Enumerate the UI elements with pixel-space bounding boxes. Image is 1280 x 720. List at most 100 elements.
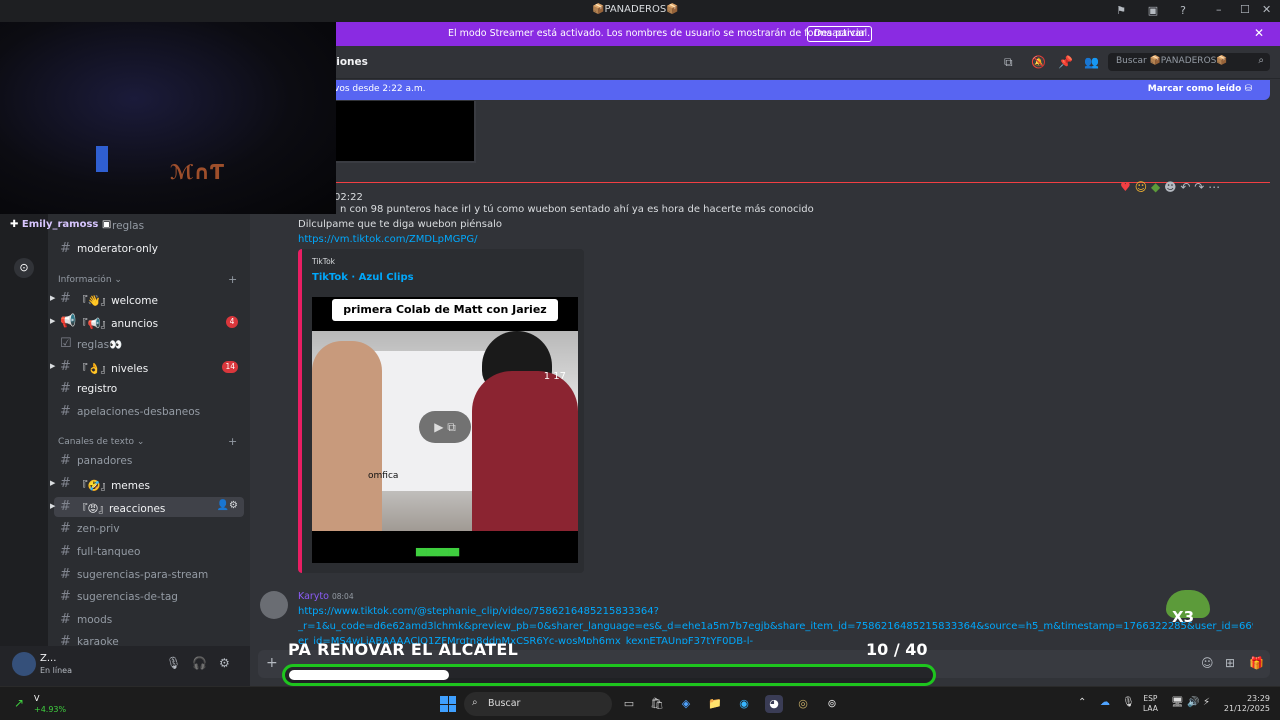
add-reaction-icon[interactable]: ☻ <box>1164 180 1177 194</box>
maximize-button[interactable]: ☐ <box>1240 3 1250 16</box>
channel-apelaciones-desbaneos[interactable]: # apelaciones-desbaneos <box>54 402 244 422</box>
new-messages-text: vos desde 2:22 a.m. <box>334 84 426 94</box>
heart-reaction-icon[interactable]: ♥ <box>1120 180 1131 194</box>
volume-icon[interactable]: 🔊 <box>1187 697 1199 708</box>
add-attachment-icon[interactable]: + <box>266 655 278 671</box>
apps-icon[interactable]: ⊞ <box>1225 656 1235 670</box>
category-informacion[interactable]: Información ⌄ <box>58 275 122 285</box>
channel-sugerencias-para-stream[interactable]: # sugerencias-para-stream <box>54 565 244 585</box>
app-icon[interactable]: ◎ <box>794 695 812 713</box>
message-link[interactable]: https://www.tiktok.com/@stephanie_clip/v… <box>298 606 659 617</box>
avatar[interactable] <box>260 591 288 619</box>
forward-icon[interactable]: ↷ <box>1194 180 1204 194</box>
search-icon: ⌕ <box>1258 55 1264 66</box>
video-thumbnail[interactable]: primera Colab de Matt con Jariez omfica … <box>312 297 578 563</box>
minimize-button[interactable]: – <box>1216 3 1222 16</box>
emote-overlay: X3 <box>1162 586 1214 630</box>
channel-label: 『👌』niveles <box>77 363 149 375</box>
emoji-icon[interactable]: ☺ <box>1201 656 1214 670</box>
gift-icon[interactable]: 🎁 <box>1249 656 1264 670</box>
hash-icon: # <box>60 404 71 419</box>
channel-sugerencias-de-tag[interactable]: # sugerencias-de-tag <box>54 587 244 607</box>
channel-panadores[interactable]: # panadores <box>54 451 244 471</box>
embed-title[interactable]: TikTok · Azul Clips <box>312 272 414 283</box>
battery-icon[interactable]: ⚡ <box>1203 697 1210 708</box>
copilot-icon[interactable]: ◈ <box>677 695 695 713</box>
window-title: 📦PANADEROS📦 <box>592 4 679 15</box>
channel-label: sugerencias-de-tag <box>77 591 178 603</box>
pin-icon[interactable]: 📌 <box>1058 55 1073 69</box>
channel-karaoke[interactable]: # karaoke <box>54 632 244 646</box>
hash-icon: # <box>60 359 71 374</box>
add-channel-icon[interactable]: + <box>228 435 237 448</box>
microphone-icon[interactable]: 🎙 <box>1122 697 1135 708</box>
mark-as-read-button[interactable]: Marcar como leído ⛁ <box>1148 84 1252 94</box>
screen: 📦PANADEROS📦 ⚑ ▣ ? – ☐ ✕ El modo Streamer… <box>0 0 1280 720</box>
channel-welcome[interactable]: ▶ # 『👋』welcome <box>50 289 244 309</box>
taskbar-search[interactable]: ⌕ Buscar <box>464 692 612 716</box>
category-canales-de-texto[interactable]: Canales de texto ⌄ <box>58 437 144 447</box>
previous-image[interactable] <box>330 101 476 163</box>
laugh-reaction-icon[interactable]: ☺ <box>1135 180 1148 194</box>
channel-anuncios[interactable]: ▶ 📢 『📢』anuncios 4 <box>50 312 244 332</box>
file-explorer-icon[interactable]: 📁 <box>706 695 724 713</box>
bullet-icon: ▶ <box>50 317 56 325</box>
stock-ticker[interactable]: V <box>34 694 39 703</box>
chevron-up-icon[interactable]: ⌃ <box>1078 697 1086 708</box>
channel-reacciones[interactable]: ▶ # 『😡』reacciones 👤⚙ <box>50 497 244 517</box>
windows-start-icon[interactable] <box>440 696 456 712</box>
more-icon[interactable]: ⋯ <box>1208 180 1220 194</box>
message-link[interactable]: _r=1&u_code=d6e62amd3lchmk&preview_pb=0&… <box>298 621 1253 632</box>
message-toolbar: ♥ ☺ ◆ ☻ ↶ ↷ ⋯ <box>1120 180 1220 194</box>
channel-zen-priv[interactable]: # zen-priv <box>54 519 244 539</box>
avatar[interactable] <box>12 652 36 676</box>
help-icon[interactable]: ? <box>1176 4 1190 18</box>
settings-gear-icon[interactable]: ⚙ <box>219 656 230 670</box>
language-indicator[interactable]: ESP LAA <box>1143 694 1158 714</box>
notifications-off-icon[interactable]: 🔕 <box>1031 55 1046 69</box>
clock[interactable]: 23:29 21/12/2025 <box>1222 694 1270 714</box>
hash-icon: # <box>60 634 71 646</box>
hash-icon: # <box>60 567 71 582</box>
goal-overlay: PA RENOVAR EL ALCATEL 10 / 40 <box>282 640 936 688</box>
task-view-icon[interactable]: ▭ <box>620 695 638 713</box>
flag-icon[interactable]: ⚑ <box>1114 4 1128 18</box>
channel-label: 『🤣』memes <box>77 480 150 492</box>
network-icon[interactable]: 🖥 <box>1171 697 1184 708</box>
deactivate-button[interactable]: Desactivar <box>807 26 872 42</box>
member-list-icon[interactable]: 👥 <box>1084 55 1099 69</box>
new-messages-bar[interactable]: vos desde 2:22 a.m. Marcar como leído ⛁ <box>330 80 1270 100</box>
search-icon: ⌕ <box>472 697 478 708</box>
bullet-icon: ▶ <box>50 502 56 510</box>
discover-icon[interactable]: ⊙ <box>14 258 34 278</box>
microphone-icon[interactable]: 🎙 <box>166 656 181 670</box>
embed-provider: TikTok <box>312 257 336 266</box>
obs-icon[interactable]: ⊚ <box>823 695 841 713</box>
threads-icon[interactable]: ⧉ <box>1004 55 1013 70</box>
channel-moods[interactable]: # moods <box>54 610 244 630</box>
channel-niveles[interactable]: ▶ # 『👌』niveles 14 <box>50 357 244 377</box>
channel-reglas[interactable]: ☑ reglas👀 <box>54 334 244 354</box>
invite-settings-icon[interactable]: 👤⚙ <box>217 500 238 511</box>
channel-memes[interactable]: ▶ # 『🤣』memes <box>50 474 244 494</box>
video-counter: 1 17 <box>543 371 566 382</box>
close-icon[interactable]: ✕ <box>1254 26 1264 40</box>
channel-label: apelaciones-desbaneos <box>77 406 201 418</box>
channel-registro[interactable]: # registro <box>54 379 244 399</box>
message-author[interactable]: Karyto 08:04 <box>298 591 354 602</box>
discord-icon[interactable]: ◕ <box>765 695 783 713</box>
search-input[interactable]: Buscar 📦PANADEROS📦 ⌕ <box>1108 53 1270 71</box>
store-icon[interactable]: 🛍 <box>648 695 666 713</box>
edge-icon[interactable]: ◉ <box>735 695 753 713</box>
headphones-icon[interactable]: 🎧 <box>192 656 207 670</box>
reply-icon[interactable]: ↶ <box>1180 180 1190 194</box>
play-button[interactable]: ▶ ⧉ <box>419 411 471 443</box>
channel-full-tanqueo[interactable]: # full-tanqueo <box>54 542 244 562</box>
close-window-button[interactable]: ✕ <box>1262 3 1271 16</box>
add-channel-icon[interactable]: + <box>228 273 237 286</box>
inbox-icon[interactable]: ▣ <box>1146 4 1160 18</box>
emoji-reaction-icon[interactable]: ◆ <box>1151 180 1160 194</box>
channel-label: full-tanqueo <box>77 546 141 558</box>
bullet-icon: ▶ <box>50 362 56 370</box>
cloud-icon[interactable]: ☁ <box>1100 697 1110 708</box>
